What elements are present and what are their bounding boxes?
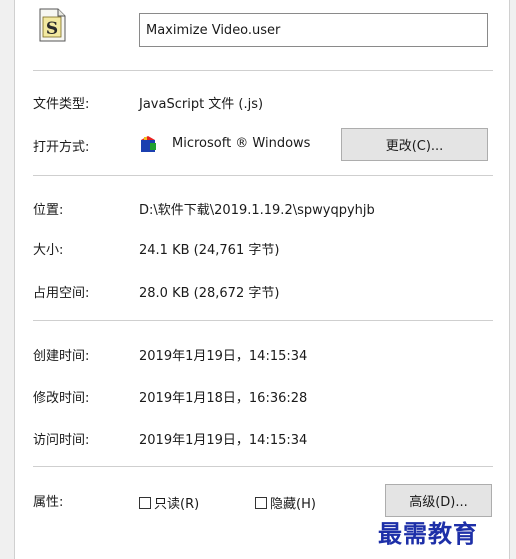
- location-value: D:\软件下载\2019.1.19.2\spwyqpyhjb: [139, 203, 375, 218]
- advanced-button[interactable]: 高级(D)...: [385, 484, 492, 517]
- svg-text:S: S: [46, 19, 58, 39]
- checkbox-box[interactable]: [139, 496, 151, 509]
- checkbox-box[interactable]: [255, 496, 267, 509]
- disk-size-label: 占用空间:: [33, 286, 90, 301]
- separator: [33, 70, 493, 71]
- modified-label: 修改时间:: [33, 391, 90, 406]
- separator: [33, 320, 493, 321]
- watermark-text: 最需教育: [378, 519, 478, 548]
- accessed-value: 2019年1月19日，14:15:34: [139, 433, 308, 448]
- hidden-checkbox[interactable]: 隐藏(H): [255, 493, 316, 512]
- location-label: 位置:: [33, 203, 64, 218]
- attributes-label: 属性:: [33, 495, 64, 510]
- disk-size-value: 28.0 KB (28,672 字节): [139, 286, 280, 301]
- windows-script-host-icon: [141, 136, 156, 152]
- file-type-label: 文件类型:: [33, 97, 90, 112]
- modified-value: 2019年1月18日，16:36:28: [139, 391, 308, 406]
- readonly-label: 只读(R): [154, 497, 200, 512]
- separator: [33, 466, 493, 467]
- hidden-label: 隐藏(H): [270, 497, 316, 512]
- size-label: 大小:: [33, 243, 64, 258]
- file-name-input[interactable]: [139, 13, 488, 47]
- separator: [33, 175, 493, 176]
- readonly-checkbox[interactable]: 只读(R): [139, 493, 199, 512]
- created-value: 2019年1月19日，14:15:34: [139, 349, 308, 364]
- size-value: 24.1 KB (24,761 字节): [139, 243, 280, 258]
- opens-with-label: 打开方式:: [33, 140, 90, 155]
- opens-with-value: Microsoft ® Windows: [172, 136, 311, 151]
- script-file-icon: S: [39, 8, 66, 42]
- change-button[interactable]: 更改(C)...: [341, 128, 488, 161]
- file-type-value: JavaScript 文件 (.js): [139, 97, 264, 112]
- accessed-label: 访问时间:: [33, 433, 90, 448]
- created-label: 创建时间:: [33, 349, 90, 364]
- properties-panel: S 文件类型: JavaScript 文件 (.js) 打开方式: Micros…: [14, 0, 510, 559]
